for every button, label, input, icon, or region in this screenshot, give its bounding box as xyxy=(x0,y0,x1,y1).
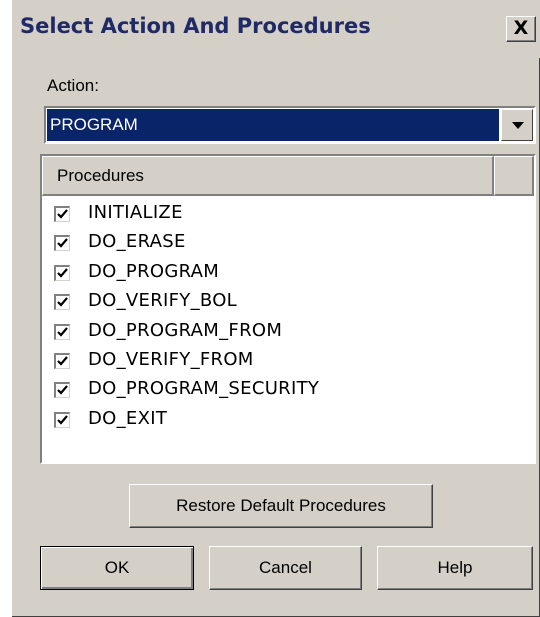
list-header: Procedures xyxy=(42,156,534,196)
procedures-list[interactable]: Procedures INITIALIZE DO_ERASE DO_PROGRAM D… xyxy=(40,154,536,464)
cancel-button[interactable]: Cancel xyxy=(209,546,362,590)
checkmark-icon xyxy=(57,356,68,366)
list-item-label: DO_PROGRAM_SECURITY xyxy=(88,378,320,400)
list-item-label: DO_PROGRAM_FROM xyxy=(88,319,283,341)
checkmark-icon xyxy=(57,238,68,249)
checkbox[interactable] xyxy=(54,235,70,252)
close-button[interactable]: X xyxy=(506,16,536,42)
select-action-dialog: Select Action And Procedures X Action: P… xyxy=(12,0,540,617)
checkmark-icon xyxy=(57,385,68,395)
list-item[interactable]: DO_PROGRAM_FROM xyxy=(42,318,534,347)
checkmark-icon xyxy=(57,415,68,425)
checkbox[interactable] xyxy=(54,352,70,369)
list-item[interactable]: DO_VERIFY_FROM xyxy=(42,347,534,376)
checkbox[interactable] xyxy=(54,323,70,340)
checkmark-icon xyxy=(57,209,68,219)
ok-button[interactable]: OK xyxy=(40,546,194,590)
checkbox[interactable] xyxy=(54,206,70,222)
dialog-title: Select Action And Procedures xyxy=(20,14,371,38)
list-item[interactable]: DO_PROGRAM xyxy=(42,259,534,288)
column-header-procedures[interactable]: Procedures xyxy=(42,156,494,196)
help-button[interactable]: Help xyxy=(377,546,533,590)
checkbox[interactable] xyxy=(54,264,70,281)
list-item-label: DO_VERIFY_BOL xyxy=(88,290,238,312)
checkmark-icon xyxy=(57,326,68,337)
close-icon: X xyxy=(513,17,529,39)
checkbox[interactable] xyxy=(54,382,70,399)
restore-default-procedures-button[interactable]: Restore Default Procedures xyxy=(129,484,433,528)
dropdown-arrow-icon[interactable] xyxy=(501,109,533,141)
checkmark-icon xyxy=(57,268,68,278)
checkbox[interactable] xyxy=(54,294,70,311)
procedures-list-body: INITIALIZE DO_ERASE DO_PROGRAM DO_VERIFY_BO… xyxy=(42,200,534,435)
list-item[interactable]: DO_PROGRAM_SECURITY xyxy=(42,376,534,405)
list-item[interactable]: DO_VERIFY_BOL xyxy=(42,288,534,317)
list-item-label: DO_EXIT xyxy=(88,407,168,429)
list-item-label: DO_PROGRAM xyxy=(88,260,220,282)
title-bar[interactable]: Select Action And Procedures X xyxy=(12,0,540,58)
list-item-label: DO_VERIFY_FROM xyxy=(88,348,254,370)
list-item[interactable]: INITIALIZE xyxy=(42,200,534,229)
checkbox[interactable] xyxy=(54,411,70,428)
list-item-label: DO_ERASE xyxy=(88,231,186,253)
action-dropdown-value[interactable]: PROGRAM xyxy=(47,109,499,141)
action-label: Action: xyxy=(47,76,99,95)
column-header-spacer[interactable] xyxy=(494,156,534,196)
checkmark-icon xyxy=(57,297,68,307)
list-item[interactable]: DO_ERASE xyxy=(42,229,534,258)
list-item[interactable]: DO_EXIT xyxy=(42,406,534,435)
action-dropdown[interactable]: PROGRAM xyxy=(44,106,536,144)
list-item-label: INITIALIZE xyxy=(88,202,183,223)
